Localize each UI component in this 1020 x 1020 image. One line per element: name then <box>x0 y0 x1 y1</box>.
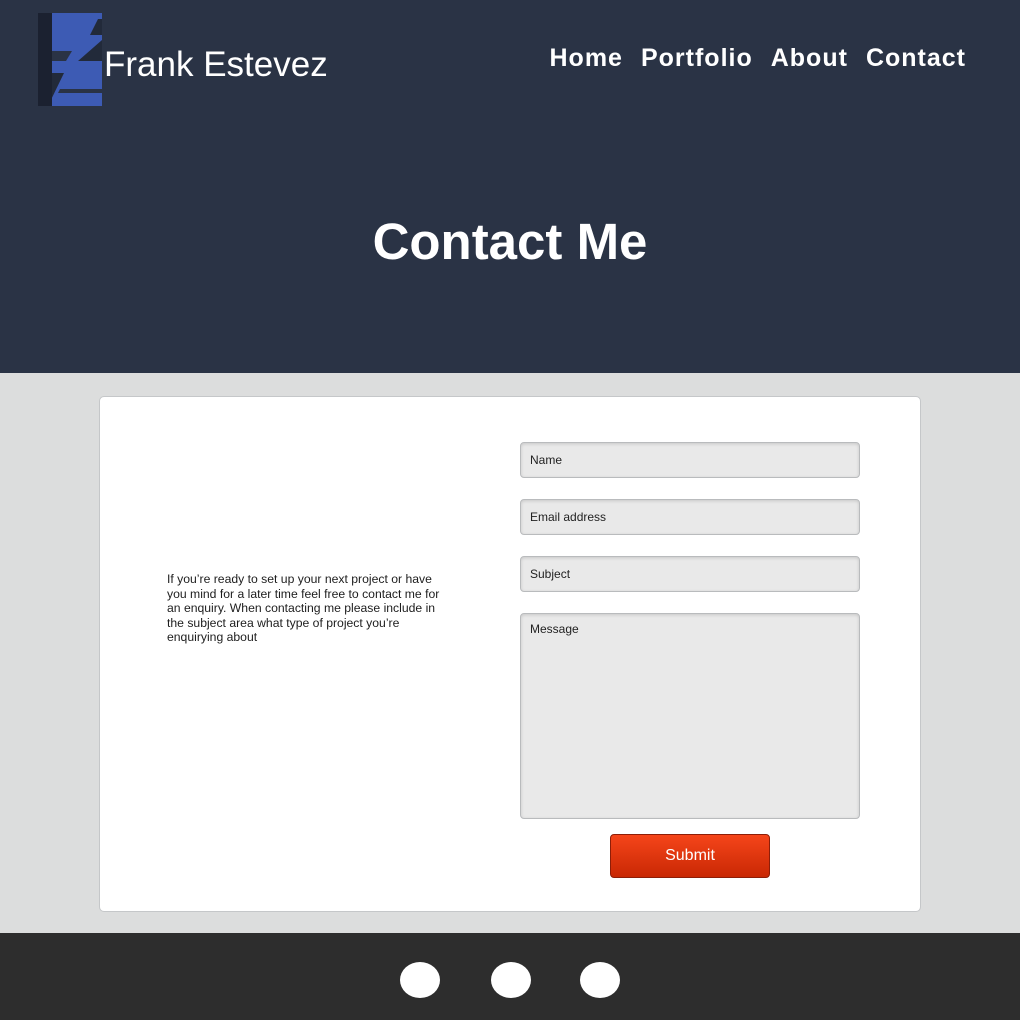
social-icon-2[interactable] <box>491 962 531 998</box>
email-input[interactable] <box>520 499 860 535</box>
nav-home[interactable]: Home <box>550 42 623 74</box>
message-textarea[interactable] <box>520 613 860 819</box>
main-nav: Home Portfolio About Contact <box>550 42 967 74</box>
nav-about[interactable]: About <box>771 42 848 74</box>
brand-name[interactable]: Frank Estevez <box>104 44 328 86</box>
site-header: Frank Estevez Home Portfolio About Conta… <box>0 0 1020 373</box>
submit-button[interactable]: Submit <box>610 834 770 878</box>
social-icon-1[interactable] <box>400 962 440 998</box>
social-icon-3[interactable] <box>580 962 620 998</box>
fe-monogram-logo-icon[interactable] <box>38 13 102 106</box>
page-title: Contact Me <box>372 213 648 270</box>
nav-portfolio[interactable]: Portfolio <box>641 42 753 74</box>
name-input[interactable] <box>520 442 860 478</box>
contact-intro-text: If you’re ready to set up your next proj… <box>167 572 440 644</box>
nav-contact[interactable]: Contact <box>866 42 966 74</box>
contact-card: If you’re ready to set up your next proj… <box>99 396 921 912</box>
site-footer <box>0 933 1020 1020</box>
subject-input[interactable] <box>520 556 860 592</box>
